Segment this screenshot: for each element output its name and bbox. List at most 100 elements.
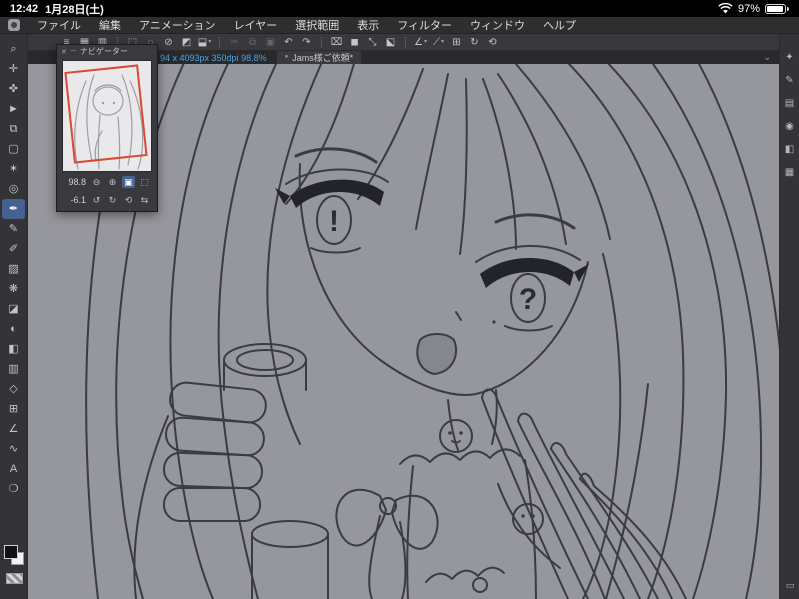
navigator-panel: ✕ ─ ナビゲーター 98.8 ⊖ ⊕ ▣ ⬚ -6.1 ↺ ↻ ⟲ ⇆ bbox=[56, 44, 158, 212]
menu-filter[interactable]: フィルター bbox=[388, 17, 461, 33]
layer-move-tool[interactable]: ⧉ bbox=[2, 119, 25, 139]
panel-sidebar: ✦ ✎ ▤ ◉ ◧ ▦ ▭ bbox=[779, 34, 799, 599]
snap-special-ruler-icon[interactable]: ⟋ bbox=[430, 35, 447, 50]
pencil-tool[interactable]: ✎ bbox=[2, 219, 25, 239]
battery-icon bbox=[765, 3, 786, 14]
pen-tool[interactable]: ✒ bbox=[2, 199, 25, 219]
move-tool[interactable]: ✛ bbox=[2, 59, 25, 79]
menu-file[interactable]: ファイル bbox=[28, 17, 90, 33]
menu-animation[interactable]: アニメーション bbox=[130, 17, 225, 33]
correct-line-tool[interactable]: ∿ bbox=[2, 439, 25, 459]
selection-tool[interactable]: ▢ bbox=[2, 139, 25, 159]
object-tool[interactable]: ► bbox=[2, 99, 25, 119]
auto-select-tool[interactable]: ✶ bbox=[2, 159, 25, 179]
edge-keyboard-icon[interactable]: ▭ bbox=[780, 580, 799, 591]
reset-view-icon[interactable]: ⟲ bbox=[484, 35, 501, 50]
scale-rotate-icon[interactable]: ⤡ bbox=[364, 35, 381, 50]
battery-percent: 97% bbox=[737, 2, 760, 15]
zoom-in-icon[interactable]: ⊕ bbox=[106, 176, 119, 188]
tab-modified-dot: ● bbox=[284, 54, 289, 60]
fit-to-screen-button[interactable]: ▣ bbox=[122, 176, 135, 188]
wifi-icon bbox=[718, 3, 733, 14]
sub-tool-panel-icon[interactable]: ✎ bbox=[785, 75, 793, 86]
view-rotate-icon[interactable]: ↻ bbox=[466, 35, 483, 50]
fill-tool[interactable]: ◧ bbox=[2, 339, 25, 359]
zoom-controls: ⊖ ⊕ ▣ ⬚ bbox=[90, 176, 151, 188]
paste-icon[interactable]: ▣ bbox=[262, 35, 279, 50]
cut-icon[interactable]: ✂ bbox=[226, 35, 243, 50]
hand-tool[interactable]: ✜ bbox=[2, 79, 25, 99]
menu-bar: ファイル 編集 アニメーション レイヤー 選択範囲 表示 フィルター ウィンドウ ヘルプ bbox=[0, 17, 799, 34]
navigator-title: ナビゲーター bbox=[79, 47, 128, 56]
layer-panel-icon[interactable]: ▦ bbox=[785, 167, 794, 178]
ipad-status-bar: 12:42 1月28日(土) 97% bbox=[0, 0, 799, 17]
date: 1月28日(土) bbox=[45, 3, 104, 16]
free-transform-icon[interactable]: ⬕ bbox=[382, 35, 399, 50]
transparent-color-swatch[interactable] bbox=[6, 573, 23, 584]
blend-tool[interactable]: ◐ bbox=[2, 319, 25, 339]
minimize-icon[interactable]: ─ bbox=[71, 48, 76, 55]
copy-icon[interactable]: ⧉ bbox=[244, 35, 261, 50]
menu-items: ファイル 編集 アニメーション レイヤー 選択範囲 表示 フィルター ウィンドウ ヘルプ bbox=[28, 17, 585, 33]
undo-icon[interactable]: ↶ bbox=[280, 35, 297, 50]
rotate-right-icon[interactable]: ↻ bbox=[106, 194, 119, 206]
left-eye-symbol: ! bbox=[329, 205, 339, 238]
clock: 12:42 bbox=[10, 2, 39, 15]
menu-help[interactable]: ヘルプ bbox=[534, 17, 585, 33]
menu-layer[interactable]: レイヤー bbox=[225, 17, 287, 33]
snap-ruler-icon[interactable]: ∠ bbox=[412, 35, 429, 50]
clip-studio-logo[interactable] bbox=[8, 19, 20, 31]
deselect-icon[interactable]: ⊘ bbox=[160, 35, 177, 50]
main-color-swatch[interactable] bbox=[4, 545, 18, 559]
invert-selection-icon[interactable]: ◩ bbox=[178, 35, 195, 50]
tool-bar: ⌕ ✛ ✜ ► ⧉ ▢ ✶ ◎ ✒ ✎ ✐ ▨ ❋ ◪ ◐ ◧ ▥ ◇ ⊞ ∠ ∿ A ❍ bbox=[0, 34, 28, 599]
separator bbox=[321, 36, 322, 48]
zoom-tool[interactable]: ⌕ bbox=[2, 39, 25, 59]
menu-window[interactable]: ウィンドウ bbox=[461, 17, 534, 33]
selection-launcher-icon[interactable]: ⬓ bbox=[196, 35, 213, 50]
color-panel-icon[interactable]: ◧ bbox=[785, 144, 794, 155]
navigator-thumbnail[interactable] bbox=[62, 60, 152, 172]
quick-access-panel-icon[interactable]: ✦ bbox=[785, 52, 793, 63]
menu-selection[interactable]: 選択範囲 bbox=[286, 17, 348, 33]
reset-rotation-icon[interactable]: ⟲ bbox=[122, 194, 135, 206]
flip-horizontal-icon[interactable]: ⇆ bbox=[138, 194, 151, 206]
rotate-left-icon[interactable]: ↺ bbox=[90, 194, 103, 206]
ruler-tool[interactable]: ∠ bbox=[2, 419, 25, 439]
navigator-rotation-row: -6.1 ↺ ↻ ⟲ ⇆ bbox=[57, 192, 157, 208]
separator bbox=[405, 36, 406, 48]
brush-tool[interactable]: ✐ bbox=[2, 239, 25, 259]
document-tab-label: Jams様ご依頼* bbox=[292, 53, 354, 63]
airbrush-tool[interactable]: ▨ bbox=[2, 259, 25, 279]
brush-size-panel-icon[interactable]: ◉ bbox=[785, 121, 794, 132]
navigator-zoom-row: 98.8 ⊖ ⊕ ▣ ⬚ bbox=[57, 174, 157, 190]
fill-color-icon[interactable]: ◼ bbox=[346, 35, 363, 50]
redo-icon[interactable]: ↷ bbox=[298, 35, 315, 50]
figure-tool[interactable]: ◇ bbox=[2, 379, 25, 399]
decoration-tool[interactable]: ❋ bbox=[2, 279, 25, 299]
close-icon[interactable]: ✕ bbox=[61, 48, 67, 56]
navigator-view-rectangle[interactable] bbox=[64, 64, 148, 164]
navigator-header: ✕ ─ ナビゲーター bbox=[57, 45, 157, 58]
frame-border-tool[interactable]: ⊞ bbox=[2, 399, 25, 419]
clear-icon[interactable]: ⌧ bbox=[328, 35, 345, 50]
rotation-controls: ↺ ↻ ⟲ ⇆ bbox=[90, 194, 151, 206]
document-tab[interactable]: ● Jams様ご依頼* bbox=[276, 51, 362, 64]
eyedropper-tool[interactable]: ◎ bbox=[2, 179, 25, 199]
menu-view[interactable]: 表示 bbox=[348, 17, 388, 33]
text-tool[interactable]: A bbox=[2, 459, 25, 479]
tool-property-panel-icon[interactable]: ▤ bbox=[785, 98, 794, 109]
battery-nub bbox=[787, 6, 789, 11]
canvas-info[interactable]: 94 x 4093px 350dpi 98.8% bbox=[160, 53, 267, 63]
rotation-value: -6.1 bbox=[70, 195, 86, 205]
zoom-out-icon[interactable]: ⊖ bbox=[90, 176, 103, 188]
right-eye-symbol: ? bbox=[519, 283, 537, 316]
eraser-tool[interactable]: ◪ bbox=[2, 299, 25, 319]
actual-size-button[interactable]: ⬚ bbox=[138, 176, 151, 188]
menu-edit[interactable]: 編集 bbox=[90, 17, 130, 33]
gradient-tool[interactable]: ▥ bbox=[2, 359, 25, 379]
collapse-tabbar-icon[interactable]: ⌄ bbox=[763, 52, 771, 63]
snap-grid-icon[interactable]: ⊞ bbox=[448, 35, 465, 50]
balloon-tool[interactable]: ❍ bbox=[2, 479, 25, 499]
color-swatches bbox=[0, 543, 28, 591]
